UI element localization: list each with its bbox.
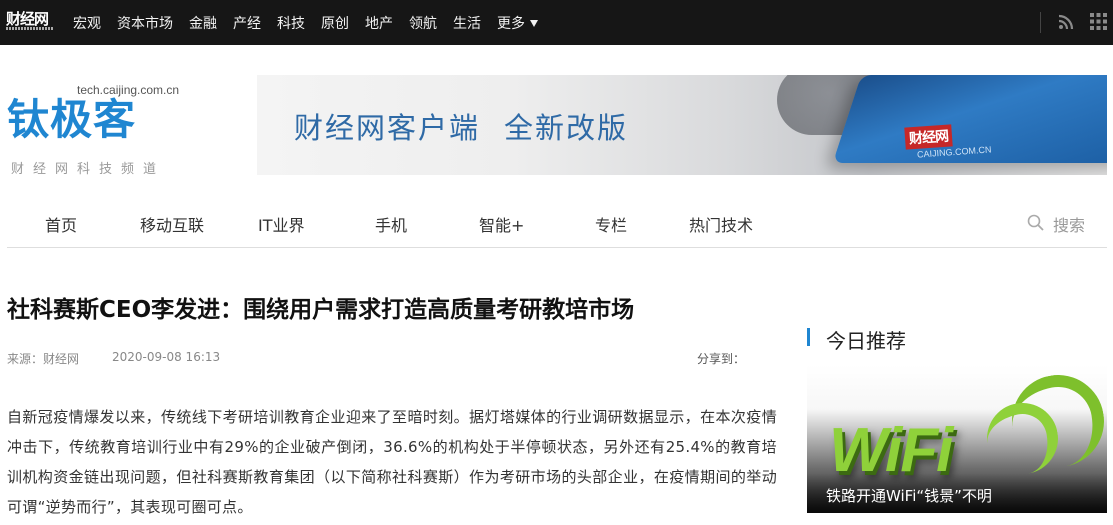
article-body-paragraph: 自新冠疫情爆发以来，传统线下考研培训教育企业迎来了至暗时刻。据灯塔媒体的行业调研… — [7, 408, 777, 516]
top-nav-item[interactable]: 资本市场 — [117, 13, 173, 33]
channel-tab-columns[interactable]: 专栏 — [595, 212, 627, 236]
article-meta: 来源：财经网 2020-09-08 16:13 分享到： — [7, 350, 777, 368]
channel-tab-home[interactable]: 首页 — [45, 212, 77, 236]
recommend-card[interactable]: WiFi 铁路开通WiFi“钱景”不明 — [807, 365, 1107, 513]
top-divider — [1040, 12, 1041, 33]
brand-tagline: 财经网科技频道 — [11, 162, 166, 177]
brand-name: 钛极客 — [7, 95, 137, 144]
top-nav-item[interactable]: 宏观 — [73, 13, 101, 33]
channel-tab-hot-tech[interactable]: 热门技术 — [689, 212, 753, 236]
banner-app-logo: 财经网 — [904, 124, 953, 150]
more-menu-label: 更多 — [497, 15, 525, 32]
top-nav-item[interactable]: 生活 — [453, 13, 481, 33]
app-promo-banner[interactable]: 财经网 CAIJING.COM.CN 财经网客户端 全新改版 — [257, 75, 1107, 175]
top-nav-item[interactable]: 产经 — [233, 13, 261, 33]
caijing-logo[interactable]: 财经网 — [6, 11, 54, 33]
top-nav-item[interactable]: 地产 — [365, 13, 393, 33]
heading-accent-bar — [807, 328, 810, 346]
recommend-caption: 铁路开通WiFi“钱景”不明 — [826, 487, 992, 505]
apps-grid-icon[interactable] — [1090, 13, 1107, 30]
top-nav-item[interactable]: 科技 — [277, 13, 305, 33]
article-title: 社科赛斯CEO李发进：围绕用户需求打造高质量考研教培市场 — [7, 297, 635, 323]
banner-headline: 财经网客户端 全新改版 — [294, 105, 628, 147]
channel-tab-phones[interactable]: 手机 — [375, 212, 407, 236]
channel-brand-logo[interactable]: tech.caijing.com.cn 钛极客 财经网科技频道 — [7, 80, 187, 180]
more-menu-button[interactable]: 更多 — [497, 13, 538, 33]
top-nav-item[interactable]: 领航 — [409, 13, 437, 33]
channel-tab-smart[interactable]: 智能+ — [479, 212, 524, 236]
channel-nav: 首页 移动互联 IT业界 手机 智能+ 专栏 热门技术 搜索 — [7, 197, 1107, 248]
channel-tab-it-industry[interactable]: IT业界 — [258, 212, 305, 236]
caret-down-icon — [530, 20, 538, 27]
search-button[interactable]: 搜索 — [1053, 212, 1085, 236]
caijing-logo-text: 财经网 — [6, 10, 49, 28]
recommend-caption-bar: 铁路开通WiFi“钱景”不明 — [807, 473, 1107, 513]
article-source: 来源：财经网 — [7, 352, 80, 366]
banner-text-1: 财经网客户端 — [294, 111, 481, 145]
top-nav-item[interactable]: 金融 — [189, 13, 217, 33]
banner-text-2: 全新改版 — [504, 111, 629, 145]
logo-subline — [6, 27, 54, 30]
search-icon[interactable] — [1027, 214, 1044, 231]
article-timestamp: 2020-09-08 16:13 — [112, 350, 221, 364]
top-nav-item[interactable]: 原创 — [321, 13, 349, 33]
rss-icon[interactable] — [1058, 14, 1074, 30]
channel-tab-mobile-internet[interactable]: 移动互联 — [140, 212, 204, 236]
top-bar: 财经网 宏观 资本市场 金融 产经 科技 原创 地产 领航 生活 更多 — [0, 0, 1113, 45]
recommend-heading: 今日推荐 — [826, 329, 906, 353]
share-label: 分享到： — [697, 352, 746, 366]
top-nav: 宏观 资本市场 金融 产经 科技 原创 地产 领航 生活 更多 — [73, 0, 554, 45]
